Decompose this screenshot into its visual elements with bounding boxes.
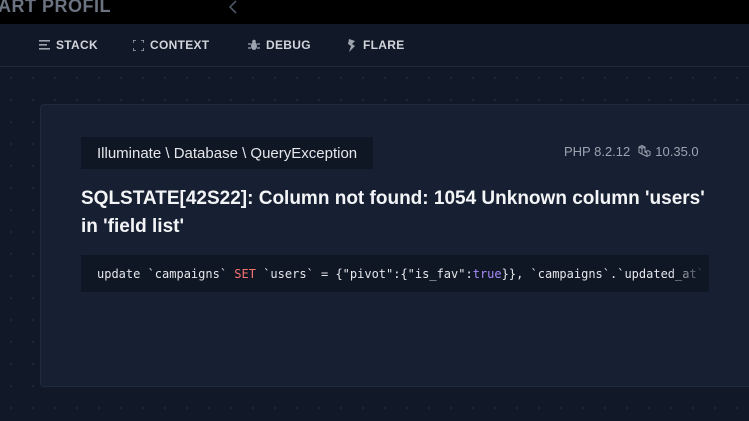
exception-card: Illuminate \ Database \ QueryException P… bbox=[40, 104, 749, 387]
nav-flare-label: FLARE bbox=[363, 38, 405, 52]
flare-icon bbox=[348, 38, 355, 52]
nav-context[interactable]: CONTEXT bbox=[133, 24, 209, 66]
sql-fade bbox=[669, 255, 709, 292]
sql-keyword: SET bbox=[234, 266, 256, 281]
top-bar: ART PROFIL bbox=[0, 0, 749, 24]
laravel-version-group: 10.35.0 bbox=[638, 144, 699, 159]
nav-stack-label: STACK bbox=[56, 38, 98, 52]
navbar: STACK CONTEXT DEBUG FLARE bbox=[0, 24, 749, 67]
bug-icon bbox=[248, 39, 260, 50]
nav-flare[interactable]: FLARE bbox=[347, 24, 405, 66]
nav-stack[interactable]: STACK bbox=[39, 24, 98, 66]
chevron-left-icon[interactable] bbox=[228, 0, 238, 14]
nav-context-label: CONTEXT bbox=[150, 38, 210, 52]
laravel-version: 10.35.0 bbox=[655, 144, 699, 159]
sql-part: `users` = {"pivot":{"is_fav": bbox=[255, 266, 473, 281]
sql-boolean: true bbox=[472, 266, 502, 281]
stack-icon bbox=[39, 40, 50, 50]
sql-query-box[interactable]: update `campaigns` SET `users` = {"pivot… bbox=[81, 255, 709, 292]
laravel-icon bbox=[638, 145, 651, 158]
versions: PHP 8.2.12 10.35.0 bbox=[564, 144, 699, 159]
php-version: PHP 8.2.12 bbox=[564, 144, 631, 159]
context-icon bbox=[133, 39, 144, 51]
nav-debug[interactable]: DEBUG bbox=[248, 24, 311, 66]
nav-debug-label: DEBUG bbox=[266, 38, 311, 52]
exception-class[interactable]: Illuminate \ Database \ QueryException bbox=[81, 137, 374, 169]
app-title: ART PROFIL bbox=[0, 0, 111, 16]
sql-part: update `campaigns` bbox=[97, 266, 235, 281]
sql-query: update `campaigns` SET `users` = {"pivot… bbox=[81, 267, 704, 281]
error-message: SQLSTATE[42S22]: Column not found: 1054 … bbox=[81, 188, 705, 237]
